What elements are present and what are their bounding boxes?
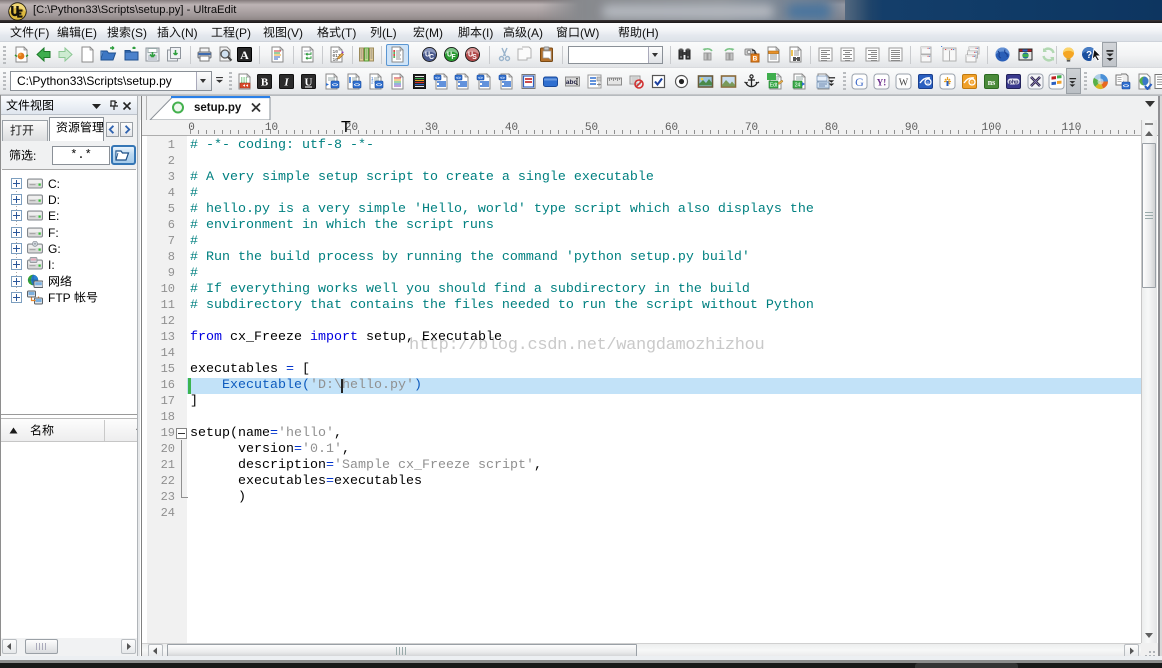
svg-text:I: I (283, 76, 289, 88)
svg-text:B: B (752, 55, 757, 62)
svg-text:abc: abc (565, 79, 577, 86)
svg-text:<>: <> (456, 75, 461, 80)
svg-text:<>: <> (331, 82, 337, 88)
svg-text:Y!: Y! (876, 77, 886, 87)
svg-text:B: B (260, 76, 268, 88)
svg-text:<>: <> (500, 75, 505, 80)
svg-text:Edt: Edt (769, 82, 777, 88)
svg-text:24: 24 (794, 82, 800, 88)
svg-text:10: 10 (332, 57, 338, 63)
svg-text:G: G (855, 75, 864, 89)
svg-text:S: S (472, 54, 477, 61)
svg-text:<>: <> (353, 82, 359, 88)
svg-text:D: D (926, 80, 929, 85)
svg-text:W: W (898, 77, 908, 88)
svg-text:<>: <> (478, 75, 483, 80)
svg-text:A: A (240, 48, 249, 62)
svg-text:<>: <> (1122, 83, 1128, 89)
svg-text:<>: <> (375, 82, 381, 88)
svg-text:F: F (451, 54, 456, 61)
svg-text:C: C (428, 54, 433, 61)
svg-text:ns: ns (987, 78, 995, 87)
svg-text:<>: <> (435, 75, 440, 80)
svg-text:php: php (1008, 79, 1019, 85)
